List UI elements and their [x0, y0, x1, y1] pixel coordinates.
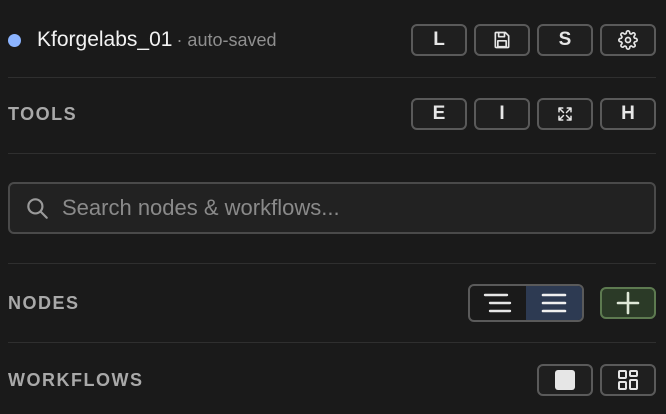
save-button[interactable] — [474, 24, 530, 56]
s-button[interactable]: S — [537, 24, 593, 56]
nodes-section: NODES — [8, 284, 656, 322]
header-buttons: L S — [411, 24, 656, 56]
i-button[interactable]: I — [474, 98, 530, 130]
workflows-section: WORKFLOWS — [8, 363, 656, 397]
align-justify-icon — [541, 293, 567, 313]
project-name[interactable]: Kforgelabs_01 — [37, 28, 172, 52]
single-view-button[interactable] — [537, 364, 593, 396]
gear-icon — [618, 30, 638, 50]
arrows-fit-icon — [558, 107, 572, 121]
sidebar-panel: Kforgelabs_01 · auto-saved L S TOOLS E I… — [0, 0, 666, 414]
view-mode-toggle — [468, 284, 584, 322]
tools-section: TOOLS E I H — [8, 96, 656, 132]
divider — [8, 342, 656, 343]
view-align-left[interactable] — [470, 286, 526, 320]
fit-view-button[interactable] — [537, 98, 593, 130]
grid-icon — [618, 370, 638, 390]
plus-icon — [616, 291, 640, 315]
autosave-status: · auto-saved — [176, 29, 277, 50]
save-icon — [494, 31, 510, 49]
search-box[interactable] — [8, 182, 656, 234]
search-section — [8, 182, 656, 234]
tools-title: TOOLS — [8, 103, 78, 124]
add-node-button[interactable] — [600, 287, 656, 319]
e-button[interactable]: E — [411, 98, 467, 130]
workflows-buttons — [537, 364, 656, 396]
divider — [8, 153, 656, 154]
l-button[interactable]: L — [411, 24, 467, 56]
settings-button[interactable] — [600, 24, 656, 56]
divider — [8, 263, 656, 264]
status-dot — [8, 33, 21, 47]
view-align-justify[interactable] — [526, 286, 582, 320]
search-input[interactable] — [62, 195, 629, 221]
align-left-icon — [483, 293, 512, 313]
square-icon — [555, 370, 575, 390]
h-button[interactable]: H — [600, 98, 656, 130]
tools-buttons: E I H — [411, 98, 656, 130]
search-icon — [27, 198, 48, 219]
nodes-title: NODES — [8, 292, 80, 313]
nodes-controls — [468, 284, 656, 322]
workflows-title: WORKFLOWS — [8, 369, 144, 390]
project-header: Kforgelabs_01 · auto-saved L S — [8, 20, 656, 60]
divider — [8, 77, 656, 78]
grid-view-button[interactable] — [600, 364, 656, 396]
